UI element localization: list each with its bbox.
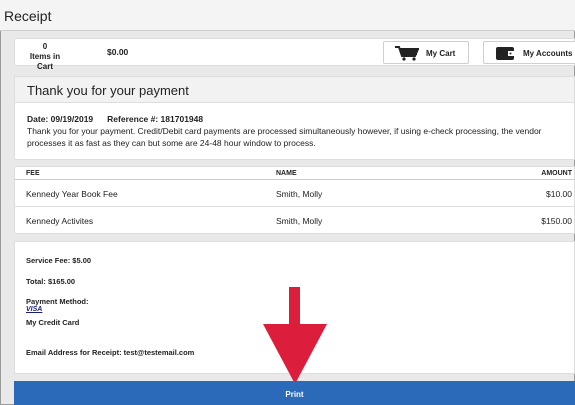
name-cell: Smith, Molly bbox=[276, 189, 323, 199]
my-accounts-button[interactable]: My Accounts bbox=[483, 41, 575, 64]
cart-count-label: Items in Cart bbox=[29, 52, 61, 71]
page-title: Receipt bbox=[0, 0, 575, 31]
payment-card-name: My Credit Card bbox=[26, 318, 80, 327]
confirmation-message: Thank you for your payment. Credit/Debit… bbox=[27, 126, 542, 148]
my-cart-label: My Cart bbox=[426, 49, 456, 58]
name-cell: Smith, Molly bbox=[276, 216, 323, 226]
cart-count: 0 Items in Cart bbox=[25, 42, 65, 72]
cart-count-value: 0 bbox=[42, 42, 48, 51]
confirmation-heading: Thank you for your payment bbox=[15, 77, 574, 103]
receipt-email: Email Address for Receipt: test@testemai… bbox=[26, 348, 195, 357]
annotation-arrow-head bbox=[263, 324, 327, 384]
cart-bar: 0 Items in Cart $0.00 My Cart My Account… bbox=[14, 38, 575, 71]
column-header-fee: FEE bbox=[26, 170, 40, 177]
shopping-cart-icon bbox=[395, 46, 419, 61]
cart-total: $0.00 bbox=[107, 47, 129, 57]
visa-logo: VISA bbox=[26, 306, 43, 313]
payment-date: Date: 09/19/2019 bbox=[27, 114, 94, 124]
confirmation-panel: Thank you for your payment Date: 09/19/2… bbox=[14, 76, 575, 160]
payment-reference: Reference #: 181701948 bbox=[107, 114, 204, 124]
table-row: Kennedy Year Book Fee Smith, Molly $10.0… bbox=[15, 180, 575, 207]
payment-meta: Date: 09/19/2019 Reference #: 181701948 bbox=[27, 114, 203, 124]
service-fee: Service Fee: $5.00 bbox=[26, 256, 92, 265]
table-row: Kennedy Activites Smith, Molly $150.00 bbox=[15, 207, 575, 234]
payment-method-label: Payment Method: bbox=[26, 297, 89, 306]
my-cart-button[interactable]: My Cart bbox=[383, 41, 469, 64]
my-accounts-label: My Accounts bbox=[523, 49, 573, 58]
column-header-name: NAME bbox=[276, 170, 297, 177]
fees-table: FEE NAME AMOUNT Kennedy Year Book Fee Sm… bbox=[14, 166, 575, 234]
total-amount: Total: $165.00 bbox=[26, 277, 76, 286]
amount-cell: $10.00 bbox=[546, 189, 572, 199]
fee-cell: Kennedy Year Book Fee bbox=[26, 189, 118, 199]
fee-cell: Kennedy Activites bbox=[26, 216, 94, 226]
annotation-arrow-shaft bbox=[289, 287, 300, 325]
amount-cell: $150.00 bbox=[541, 216, 572, 226]
print-button[interactable]: Print bbox=[14, 381, 575, 405]
column-header-amount: AMOUNT bbox=[541, 170, 572, 177]
table-header-row: FEE NAME AMOUNT bbox=[15, 167, 575, 180]
wallet-icon bbox=[496, 47, 514, 60]
